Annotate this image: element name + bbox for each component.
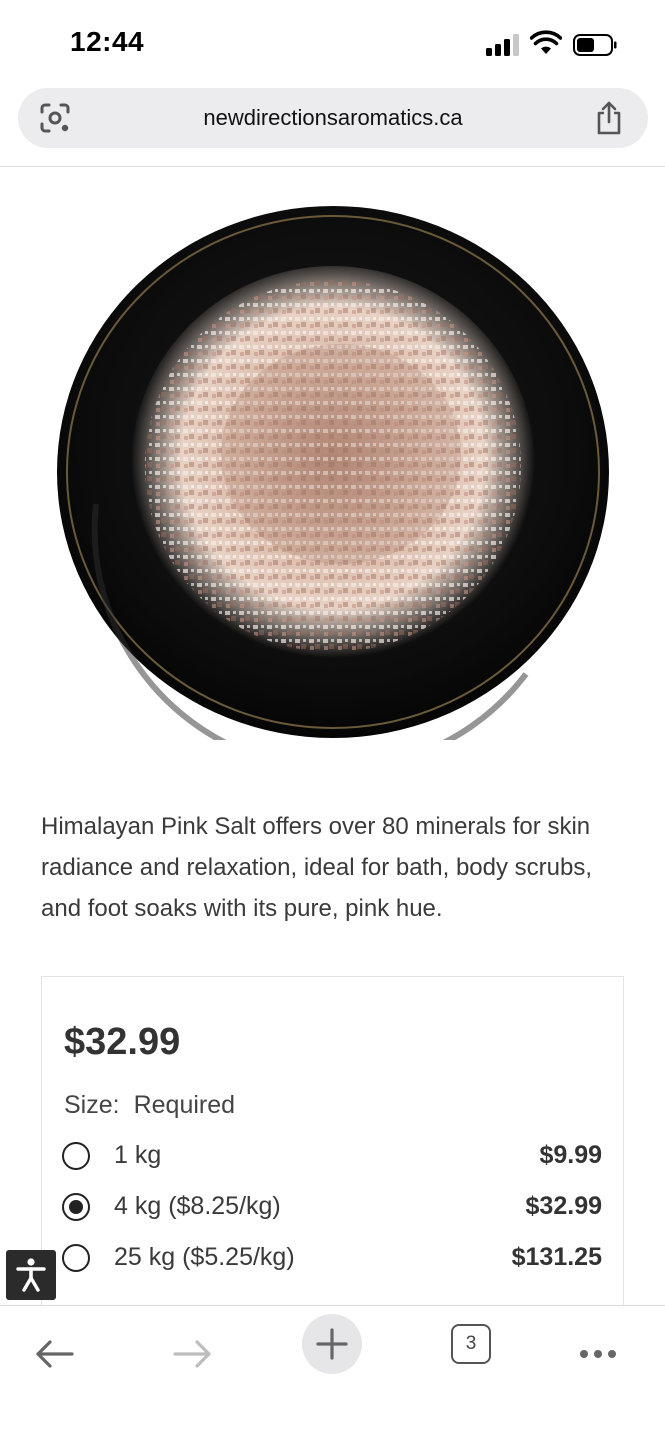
option-label: 4 kg ($8.25/kg) (114, 1192, 281, 1220)
url-bar-divider (0, 166, 665, 167)
size-option-4kg[interactable]: 4 kg ($8.25/kg) $32.99 (62, 1190, 602, 1224)
new-tab-button[interactable] (302, 1314, 362, 1374)
radio-button[interactable] (62, 1244, 90, 1272)
bottom-toolbar: 3 (0, 1305, 665, 1440)
wifi-icon (530, 30, 562, 54)
accessibility-button[interactable] (6, 1250, 56, 1300)
option-price: $131.25 (511, 1243, 602, 1271)
product-image (57, 206, 609, 740)
size-row: Size: Required (64, 1091, 235, 1120)
status-bar: 12:44 (0, 0, 665, 88)
status-time: 12:44 (70, 26, 145, 57)
option-price: $32.99 (525, 1192, 602, 1220)
radio-button[interactable] (62, 1142, 90, 1170)
product-description: Himalayan Pink Salt offers over 80 miner… (41, 813, 593, 922)
size-option-25kg[interactable]: 25 kg ($5.25/kg) $131.25 (62, 1241, 602, 1275)
accessibility-icon (16, 1258, 46, 1292)
radio-button-selected[interactable] (62, 1193, 90, 1221)
size-required: Required (133, 1091, 236, 1119)
size-label: Size: (64, 1091, 120, 1119)
product-price: $32.99 (64, 1021, 181, 1063)
back-arrow-icon[interactable] (24, 1324, 84, 1384)
option-price: $9.99 (539, 1141, 602, 1169)
share-icon[interactable] (594, 100, 624, 136)
price-card: $32.99 Size: Required 1 kg $9.99 4 kg ($8… (41, 976, 624, 1316)
battery-icon (573, 34, 617, 56)
more-icon[interactable] (568, 1324, 628, 1384)
signal-icon (486, 34, 520, 56)
url-text[interactable]: newdirectionsaromatics.ca (18, 105, 648, 131)
size-option-1kg[interactable]: 1 kg $9.99 (62, 1139, 602, 1173)
option-label: 25 kg ($5.25/kg) (114, 1243, 295, 1271)
url-bar[interactable]: newdirectionsaromatics.ca (18, 88, 648, 148)
tab-switcher-button[interactable]: 3 (451, 1324, 491, 1364)
forward-arrow-icon[interactable] (163, 1324, 223, 1384)
option-label: 1 kg (114, 1141, 162, 1169)
plus-icon (316, 1328, 348, 1360)
